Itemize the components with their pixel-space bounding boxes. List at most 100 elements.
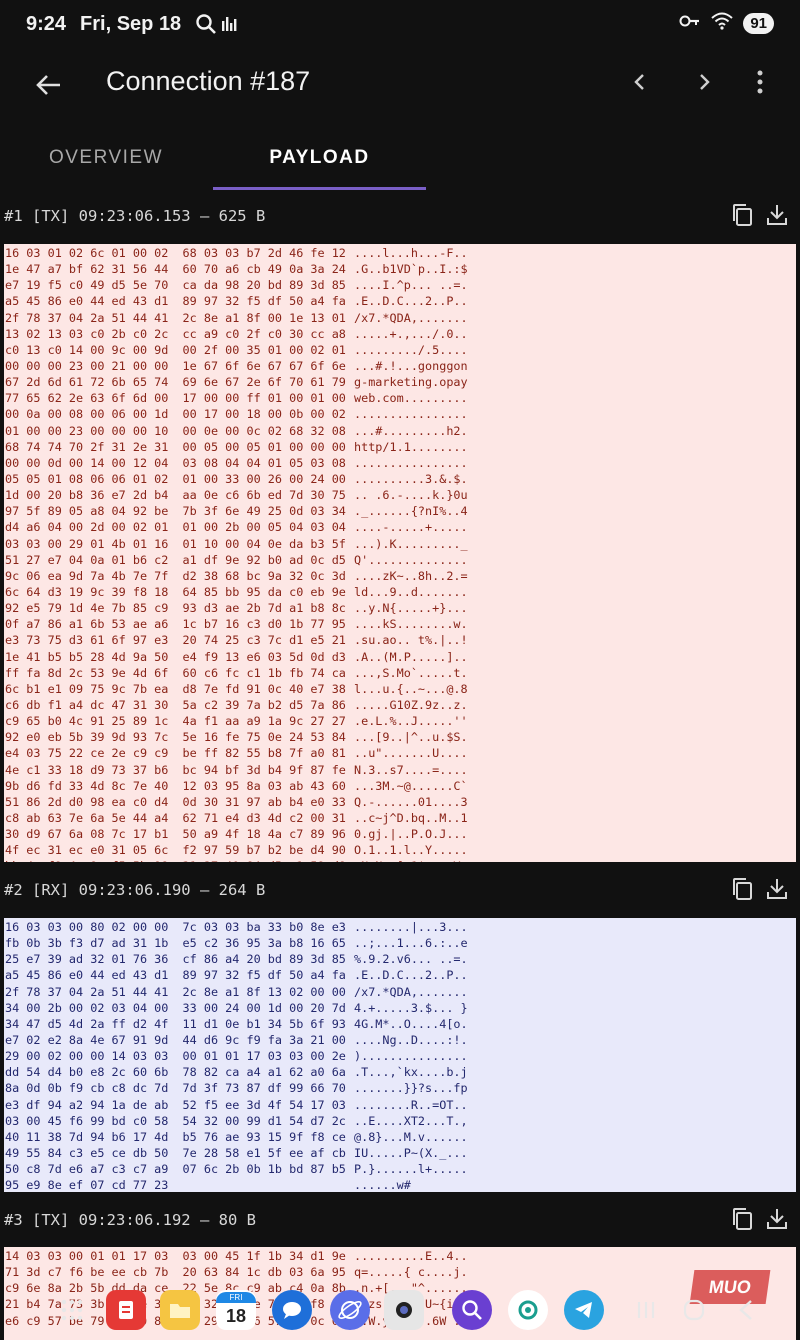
- ascii-text: ....-.....+.....: [354, 520, 468, 535]
- packet-header: #3 [TX] 09:23:06.192 — 80 B: [0, 1200, 800, 1240]
- ascii-text: ....kS........w.: [354, 617, 468, 632]
- hex-dump-row: 16 03 03 00 80 02 00 00 7c 03 03 ba 33 b…: [4, 919, 796, 935]
- download-icon[interactable]: [765, 202, 789, 232]
- ascii-text: .N.N..[.1'@...Y.: [354, 858, 794, 862]
- hex-dump-row: 8a 0d 0b f9 cb c8 dc 7d 7d 3f 73 87 df 9…: [4, 1080, 796, 1096]
- hex-dump-row: a5 45 86 e0 44 ed 43 d1 89 97 32 f5 df 5…: [4, 293, 796, 309]
- hex-dump-row: 1e 41 b5 b5 28 4d 9a 50 e4 f9 13 e6 03 5…: [4, 649, 796, 665]
- hex-dump-row: 49 55 84 c3 e5 ce db 50 7e 28 58 e1 5f e…: [4, 1145, 796, 1161]
- ascii-text: .G..b1VD`p..I.:$: [354, 262, 468, 277]
- hex-dump-row: 50 c8 7d e6 a7 c3 c7 a9 07 6c 2b 0b 1b b…: [4, 1161, 796, 1177]
- calendar-date: 18: [225, 1305, 247, 1326]
- ascii-text: ..........3.&.$.: [354, 471, 468, 486]
- download-icon[interactable]: [765, 1206, 789, 1236]
- ascii-text: ....zK~..8h..2.=: [354, 568, 468, 583]
- hex-bytes: 50 c8 7d e6 a7 c3 c7 a9 07 6c 2b 0b 1b b…: [5, 1162, 346, 1177]
- status-time: 9:24: [26, 12, 67, 35]
- telegram-app-icon[interactable]: [564, 1290, 604, 1330]
- hex-dump-row: 67 2d 6d 61 72 6b 65 74 69 6e 67 2e 6f 7…: [4, 374, 796, 390]
- hex-bytes: 00 00 00 23 00 21 00 00 1e 67 6f 6e 67 6…: [5, 358, 346, 373]
- hex-bytes: 01 00 00 23 00 00 00 10 00 0e 00 0c 02 6…: [5, 423, 346, 438]
- search-icon: [195, 13, 217, 35]
- next-connection-icon[interactable]: [690, 68, 718, 101]
- copy-icon[interactable]: [730, 876, 754, 906]
- copy-icon[interactable]: [730, 1206, 754, 1236]
- ascii-text: ......w#: [354, 1178, 411, 1192]
- hex-bytes: 77 65 62 2e 63 6f 6d 00 17 00 00 ff 01 0…: [5, 391, 346, 406]
- ascii-text: .E..D.C...2..P..: [354, 294, 468, 309]
- files-app-icon[interactable]: [160, 1290, 200, 1330]
- hex-bytes: 25 e7 39 ad 32 01 76 36 cf 86 a4 20 bd 8…: [5, 952, 346, 967]
- hex-dump-row: 51 27 e7 04 0a 01 b6 c2 a1 df 9e 92 b0 a…: [4, 552, 796, 568]
- hex-dump-row: d4 a6 04 00 2d 00 02 01 01 00 2b 00 05 0…: [4, 519, 796, 535]
- hex-bytes: ff fa 8d 2c 53 9e 4d 6f 60 c6 fc c1 1b f…: [5, 665, 346, 680]
- hex-bytes: 05 05 01 08 06 06 01 02 01 00 33 00 26 0…: [5, 471, 346, 486]
- hex-bytes: 92 e0 eb 5b 39 9d 93 7c 5e 16 fe 75 0e 2…: [5, 730, 346, 745]
- hex-dump-row: 4f ec 31 ec e0 31 05 6c f2 97 59 b7 b2 b…: [4, 842, 796, 858]
- search-app-icon[interactable]: [452, 1290, 492, 1330]
- hex-dump-row: ff fa 8d 2c 53 9e 4d 6f 60 c6 fc c1 1b f…: [4, 665, 796, 681]
- hex-bytes: 34 47 d5 4d 2a ff d2 4f 11 d1 0e b1 34 5…: [5, 1016, 346, 1031]
- hex-dump-row: 03 00 45 f6 99 bd c0 58 54 32 00 99 d1 5…: [4, 1113, 796, 1129]
- battery-level: 91: [743, 13, 774, 34]
- camera-app-icon[interactable]: [384, 1290, 424, 1330]
- vpn-key-icon: [679, 13, 701, 34]
- hex-bytes: e4 03 75 22 ce 2e c9 c9 be ff 82 55 b8 7…: [5, 746, 346, 761]
- hex-bytes: 34 00 2b 00 02 03 04 00 33 00 24 00 1d 0…: [5, 1000, 346, 1015]
- ascii-text: .....+.,.../.0..: [354, 326, 468, 341]
- hex-dump-row: e4 03 75 22 ce 2e c9 c9 be ff 82 55 b8 7…: [4, 745, 796, 761]
- hex-bytes: 2f 78 37 04 2a 51 44 41 2c 8e a1 8f 00 1…: [5, 310, 346, 325]
- calendar-app-icon[interactable]: FRI 18: [216, 1290, 256, 1330]
- copy-icon[interactable]: [730, 202, 754, 232]
- hex-bytes: 92 e5 79 1d 4e 7b 85 c9 93 d3 ae 2b 7d a…: [5, 601, 346, 616]
- ascii-text: Q'..............: [354, 552, 468, 567]
- notes-app-icon[interactable]: [106, 1290, 146, 1330]
- ascii-text: .. .6.-....k.}0u: [354, 488, 468, 503]
- calendar-day: FRI: [216, 1291, 256, 1303]
- hex-dump-row: e7 02 e2 8a 4e 67 91 9d 44 d6 9c f9 fa 3…: [4, 1032, 796, 1048]
- hex-dump-row: 29 00 02 00 00 14 03 03 00 01 01 17 03 0…: [4, 1048, 796, 1064]
- status-right: 91: [679, 12, 774, 35]
- ascii-text: ...,S.Mo`.....t.: [354, 665, 468, 680]
- previous-connection-icon[interactable]: [626, 68, 654, 101]
- hex-dump-row: 2f 78 37 04 2a 51 44 41 2c 8e a1 8f 13 0…: [4, 984, 796, 1000]
- tab-payload[interactable]: PAYLOAD: [213, 128, 426, 190]
- hex-bytes: 71 3d c7 f6 be ee cb 7b 20 63 84 1c db 0…: [5, 1265, 346, 1280]
- hex-dump-row: 30 d9 67 6a 08 7c 17 b1 50 a9 4f 18 4a c…: [4, 826, 796, 842]
- hex-bytes: 30 d9 67 6a 08 7c 17 b1 50 a9 4f 18 4a c…: [5, 827, 346, 842]
- recent-apps-icon[interactable]: [626, 1290, 666, 1330]
- ascii-text: ..;...1...6.:..e: [354, 936, 468, 951]
- hex-dump-row: 16 03 01 02 6c 01 00 02 68 03 03 b7 2d 4…: [4, 245, 796, 261]
- download-icon[interactable]: [765, 876, 789, 906]
- ascii-text: ....l...h...-F..: [354, 246, 468, 260]
- wifi-icon: [711, 12, 733, 35]
- ascii-text: .E..D.C...2..P..: [354, 968, 468, 983]
- ascii-text: /x7.*QDA,.......: [354, 310, 468, 325]
- internet-app-icon[interactable]: [330, 1290, 370, 1330]
- ascii-text: ...).K........._: [354, 536, 468, 551]
- hex-bytes: 13 02 13 03 c0 2b c0 2c cc a9 c0 2f c0 3…: [5, 326, 346, 341]
- status-date: Fri, Sep 18: [80, 12, 182, 35]
- hex-dump-row: a5 45 86 e0 44 ed 43 d1 89 97 32 f5 df 5…: [4, 967, 796, 983]
- back-nav-icon[interactable]: [726, 1290, 766, 1330]
- hex-bytes: c9 65 b0 4c 91 25 89 1c 4a f1 aa a9 1a 9…: [5, 714, 346, 729]
- hex-dump-row: 92 e0 eb 5b 39 9d 93 7c 5e 16 fe 75 0e 2…: [4, 729, 796, 745]
- pcap-app-icon[interactable]: [508, 1290, 548, 1330]
- packet-title: #2 [RX] 09:23:06.190 — 264 B: [4, 881, 266, 899]
- home-icon[interactable]: [674, 1290, 714, 1330]
- more-options-icon[interactable]: [748, 68, 772, 101]
- hex-bytes: 8a 0d 0b f9 cb c8 dc 7d 7d 3f 73 87 df 9…: [5, 1081, 346, 1096]
- tab-overview[interactable]: OVERVIEW: [0, 128, 212, 188]
- ascii-text: O.1..1.l..Y.....: [354, 843, 468, 858]
- ascii-text: ....Ng..D....:!.: [354, 1032, 468, 1047]
- ascii-text: ...#.!...gonggon: [354, 358, 468, 373]
- hex-dump-row: 0f a7 86 a1 6b 53 ae a6 1c b7 16 c3 d0 1…: [4, 616, 796, 632]
- ascii-text: ..y.N{.....+}...: [354, 601, 468, 616]
- back-arrow-icon[interactable]: [32, 68, 66, 102]
- hex-dump-row: c6 db f1 a4 dc 47 31 30 5a c2 39 7a b2 d…: [4, 697, 796, 713]
- app-drawer-icon[interactable]: [52, 1290, 92, 1330]
- messages-app-icon[interactable]: [272, 1290, 312, 1330]
- ascii-text: web.com.........: [354, 391, 468, 406]
- hex-dump-row: dd 54 d4 b0 e8 2c 60 6b 78 82 ca a4 a1 6…: [4, 1064, 796, 1080]
- hex-bytes: 4e c1 33 18 d9 73 37 b6 bc 94 bf 3d b4 9…: [5, 762, 346, 777]
